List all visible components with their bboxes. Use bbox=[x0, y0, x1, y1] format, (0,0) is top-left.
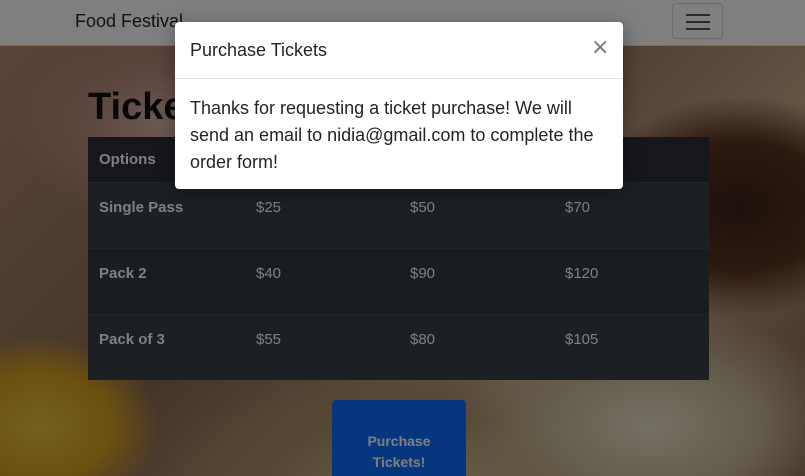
close-icon[interactable]: × bbox=[591, 37, 609, 59]
modal-header: Purchase Tickets × bbox=[175, 22, 623, 79]
modal-title: Purchase Tickets bbox=[190, 40, 328, 60]
modal-body-text: Thanks for requesting a ticket purchase!… bbox=[190, 98, 594, 172]
purchase-tickets-modal: Purchase Tickets × Thanks for requesting… bbox=[175, 22, 623, 189]
